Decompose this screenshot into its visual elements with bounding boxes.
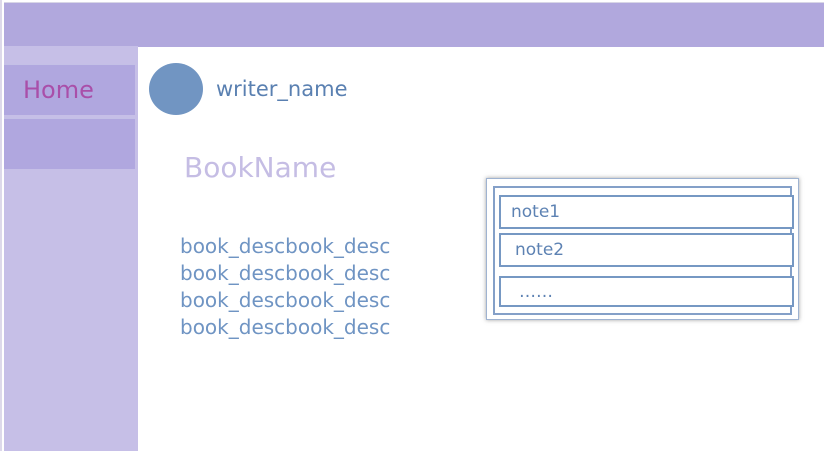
notes-list: note1 note2 ……: [493, 186, 794, 315]
description-line: book_descbook_desc: [180, 288, 391, 312]
description-line: book_descbook_desc: [180, 261, 391, 285]
book-title: BookName: [184, 151, 337, 184]
note-item-1[interactable]: note1: [499, 195, 794, 229]
note-item-2[interactable]: note2: [499, 233, 794, 267]
note-label: ……: [519, 281, 553, 302]
main-content: writer_name BookName book_descbook_desc …: [138, 46, 824, 451]
avatar[interactable]: [149, 63, 203, 115]
description-line: book_descbook_desc: [180, 234, 391, 258]
notes-popup: note1 note2 ……: [486, 178, 799, 320]
page-root: Home writer_name BookName book_descbook_…: [0, 0, 824, 451]
note-item-more[interactable]: ……: [499, 276, 794, 307]
sidebar-item-empty[interactable]: [4, 118, 135, 169]
sidebar: Home: [4, 46, 138, 451]
description-line: book_descbook_desc: [180, 315, 391, 339]
sidebar-item-home[interactable]: Home: [4, 64, 135, 115]
sidebar-item-label: Home: [23, 76, 94, 104]
book-description: book_descbook_desc book_descbook_desc bo…: [180, 233, 390, 341]
writer-name[interactable]: writer_name: [216, 79, 348, 100]
note-label: note1: [511, 202, 561, 222]
top-bar: [4, 2, 824, 47]
note-label: note2: [515, 240, 565, 260]
